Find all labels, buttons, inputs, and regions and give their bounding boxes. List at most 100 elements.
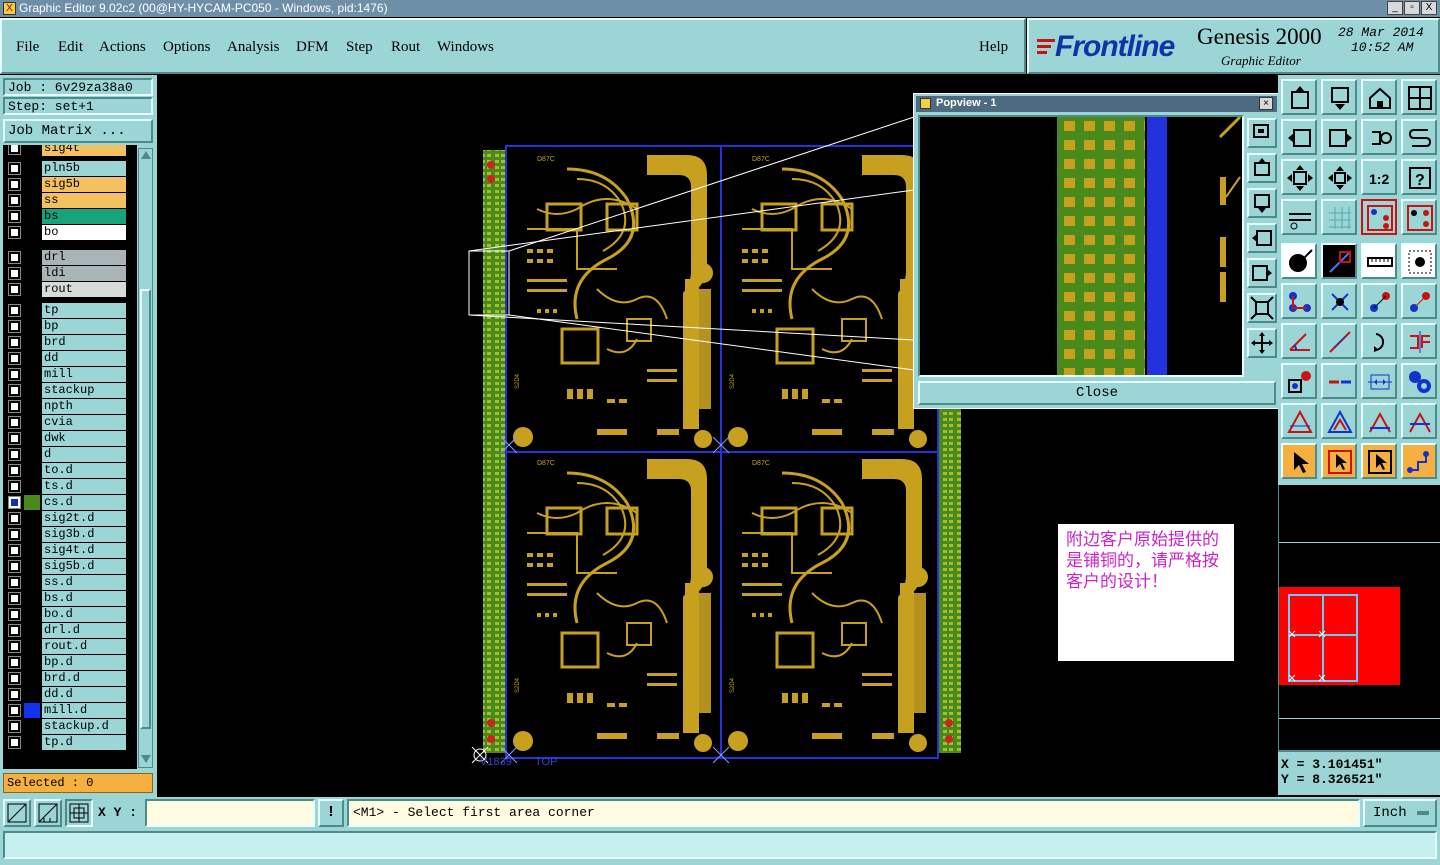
layer-checkbox[interactable] — [8, 688, 21, 701]
layer-color-swatch[interactable] — [24, 511, 40, 526]
layer-checkbox[interactable] — [8, 162, 21, 175]
layer-checkbox[interactable] — [8, 592, 21, 605]
layer-row-rout[interactable]: rout — [5, 282, 126, 297]
layer-row-brd-d[interactable]: brd.d — [5, 671, 126, 686]
triangle-cross-icon[interactable] — [1401, 403, 1437, 439]
layer-color-swatch[interactable] — [24, 543, 40, 558]
layer-name[interactable]: to.d — [42, 463, 126, 478]
layer-row-sig5b[interactable]: sig5b — [5, 177, 126, 192]
layer-row-mill-d[interactable]: mill.d — [5, 703, 126, 718]
layer-color-swatch[interactable] — [24, 225, 40, 240]
measure-tool-icon[interactable] — [1281, 199, 1317, 235]
layer-name[interactable]: bp — [42, 319, 126, 334]
layer-name[interactable]: sig3b.d — [42, 527, 126, 542]
layer-checkbox[interactable] — [8, 608, 21, 621]
layer-checkbox[interactable] — [8, 210, 21, 223]
ruler-icon[interactable] — [1361, 243, 1397, 279]
command-input[interactable] — [3, 831, 1437, 859]
popview-fit-icon[interactable] — [1247, 293, 1277, 323]
pad-tool-icon[interactable] — [1281, 363, 1317, 399]
layer-name[interactable]: dwk — [42, 431, 126, 446]
split-view-icon[interactable] — [1401, 79, 1437, 115]
menu-options[interactable]: Options — [163, 39, 211, 56]
select-area-icon[interactable] — [1401, 243, 1437, 279]
layer-row-cs-d[interactable]: cs.d — [5, 495, 126, 510]
minimize-button[interactable]: _ — [1387, 1, 1403, 15]
measure-distance-icon[interactable] — [1361, 363, 1397, 399]
layer-color-swatch[interactable] — [24, 161, 40, 176]
rotate-view-icon[interactable] — [1361, 119, 1397, 155]
layer-checkbox[interactable] — [8, 304, 21, 317]
layer-row-sig4t[interactable]: sig4t — [5, 145, 126, 156]
layer-name[interactable]: sig5b — [42, 177, 126, 192]
layer-color-swatch[interactable] — [24, 703, 40, 718]
layer-color-swatch[interactable] — [24, 266, 40, 281]
add-line-icon[interactable] — [1321, 243, 1357, 279]
layer-color-swatch[interactable] — [24, 671, 40, 686]
layer-color-swatch[interactable] — [24, 607, 40, 622]
layer-color-swatch[interactable] — [24, 591, 40, 606]
layer-checkbox[interactable] — [8, 320, 21, 333]
layer-name[interactable]: sig4t.d — [42, 543, 126, 558]
layer-name[interactable]: cvia — [42, 415, 126, 430]
layer-name[interactable]: dd.d — [42, 687, 126, 702]
popview-pan-left-icon[interactable] — [1247, 223, 1277, 253]
help-query-icon[interactable]: ? — [1401, 159, 1437, 195]
layer-name[interactable]: tp — [42, 303, 126, 318]
layer-checkbox[interactable] — [8, 512, 21, 525]
angle-tool-icon[interactable] — [1281, 323, 1317, 359]
popview-close-button[interactable]: Close — [918, 381, 1276, 405]
layer-checkbox[interactable] — [8, 194, 21, 207]
layer-checkbox[interactable] — [8, 400, 21, 413]
layer-color-swatch[interactable] — [24, 447, 40, 462]
layer-row-ldi[interactable]: ldi — [5, 266, 126, 281]
layer-row-stackup-d[interactable]: stackup.d — [5, 719, 126, 734]
triangle-blue-icon[interactable] — [1321, 403, 1357, 439]
arc-tool-icon[interactable] — [1361, 323, 1397, 359]
pan-left-icon[interactable] — [1281, 119, 1317, 155]
layer-checkbox[interactable] — [8, 336, 21, 349]
alert-icon[interactable]: ! — [318, 799, 344, 827]
zoom-center-icon[interactable] — [1321, 159, 1357, 195]
layer-name[interactable]: mill — [42, 367, 126, 382]
layer-checkbox[interactable] — [8, 352, 21, 365]
layer-color-swatch[interactable] — [24, 639, 40, 654]
layer-row-bs[interactable]: bs — [5, 209, 126, 224]
layer-row-tp[interactable]: tp — [5, 303, 126, 318]
layer-checkbox[interactable] — [8, 267, 21, 280]
layer-color-swatch[interactable] — [24, 527, 40, 542]
measure-box-icon[interactable] — [34, 799, 62, 827]
layer-color-swatch[interactable] — [24, 623, 40, 638]
select-net-pointer-icon[interactable] — [1361, 443, 1397, 479]
layer-name[interactable]: pln5b — [42, 161, 126, 176]
layer-color-swatch[interactable] — [24, 383, 40, 398]
layer-color-swatch[interactable] — [24, 399, 40, 414]
layer-color-swatch[interactable] — [24, 575, 40, 590]
layer-checkbox[interactable] — [8, 528, 21, 541]
zoom-1-to-2-icon[interactable]: 1:2 — [1361, 159, 1397, 195]
popview-canvas[interactable] — [918, 115, 1244, 377]
layer-checkbox[interactable] — [8, 496, 21, 509]
layer-name[interactable]: sig4t — [42, 145, 126, 156]
layer-checkbox[interactable] — [8, 384, 21, 397]
snap-grid-icon[interactable] — [1401, 199, 1437, 235]
popview-zoom-in-icon[interactable] — [1247, 118, 1277, 148]
scroll-thumb[interactable] — [140, 289, 151, 729]
flip-feature-icon[interactable] — [1401, 323, 1437, 359]
menu-step[interactable]: Step — [346, 39, 373, 56]
menu-windows[interactable]: Windows — [437, 39, 494, 56]
layer-name[interactable]: drl — [42, 250, 126, 265]
layer-checkbox[interactable] — [8, 720, 21, 733]
layer-color-swatch[interactable] — [24, 655, 40, 670]
layer-row-to-d[interactable]: to.d — [5, 463, 126, 478]
grid-toggle-icon[interactable] — [1321, 199, 1357, 235]
menu-dfm[interactable]: DFM — [296, 39, 329, 56]
snap-red-icon[interactable] — [1361, 199, 1397, 235]
layer-list[interactable]: sig4t pln5b sig5b ss bs bo drl ldi rout tp bp brd dd… — [3, 145, 137, 769]
layer-color-swatch[interactable] — [24, 719, 40, 734]
copy-feature-icon[interactable] — [1401, 283, 1437, 319]
layer-name[interactable]: sig5b.d — [42, 559, 126, 574]
layer-name[interactable]: brd.d — [42, 671, 126, 686]
layer-color-swatch[interactable] — [24, 431, 40, 446]
zoom-box-icon[interactable] — [3, 799, 31, 827]
